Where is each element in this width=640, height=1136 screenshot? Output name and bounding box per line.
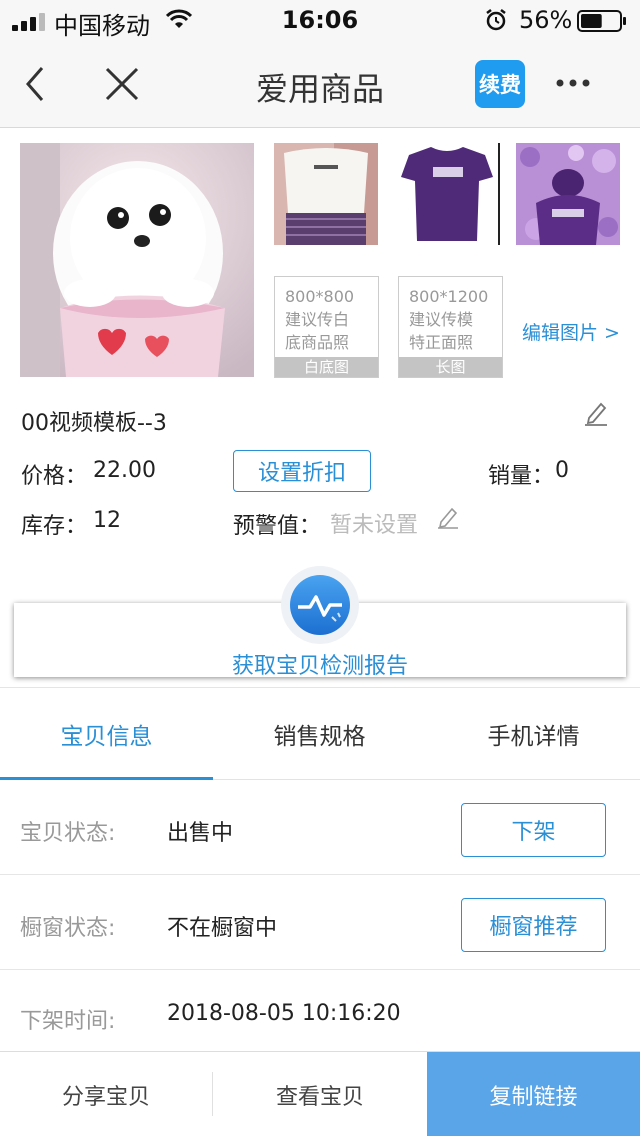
white-background-image-slot[interactable]: 800*800 建议传白 底商品照 白底图 bbox=[274, 276, 379, 378]
copy-link-button[interactable]: 复制链接 bbox=[427, 1052, 640, 1136]
row-value: 2018-08-05 10:16:20 bbox=[167, 1001, 401, 1026]
view-item-button[interactable]: 查看宝贝 bbox=[213, 1052, 427, 1136]
battery-icon bbox=[577, 10, 626, 32]
stock-label: 库存： bbox=[21, 514, 88, 539]
hint-text: 800*1200 建议传模 特正面照 bbox=[409, 287, 489, 352]
showcase-recommend-button[interactable]: 橱窗推荐 bbox=[461, 898, 606, 952]
delist-button[interactable]: 下架 bbox=[461, 803, 606, 857]
page-title: 爱用商品 bbox=[255, 70, 384, 108]
set-discount-button[interactable]: 设置折扣 bbox=[233, 450, 371, 492]
row-label: 橱窗状态: bbox=[20, 916, 116, 941]
edit-images-link[interactable]: 编辑图片 > bbox=[522, 318, 620, 345]
sales-value: 0 bbox=[555, 458, 569, 483]
edit-pencil-icon[interactable] bbox=[583, 400, 609, 426]
thumbnail-image[interactable] bbox=[395, 143, 499, 245]
hint-text: 800*800 建议传白 底商品照 bbox=[285, 287, 355, 352]
hint-label: 白底图 bbox=[275, 357, 378, 377]
row-value: 出售中 bbox=[167, 821, 234, 846]
tab-mobile-details[interactable]: 手机详情 bbox=[427, 688, 640, 780]
tab-bar: 宝贝信息 销售规格 手机详情 bbox=[0, 688, 640, 780]
renew-button[interactable]: 续费 bbox=[475, 60, 525, 108]
report-icon-badge[interactable] bbox=[281, 566, 359, 644]
bottom-action-bar: 分享宝贝 查看宝贝 复制链接 bbox=[0, 1051, 640, 1136]
battery-percent: 56% bbox=[519, 6, 573, 34]
row-label: 下架时间: bbox=[20, 1009, 116, 1034]
row-value: 不在橱窗中 bbox=[167, 916, 278, 941]
more-icon[interactable] bbox=[556, 78, 590, 88]
nav-bar: 爱用商品 续费 bbox=[0, 40, 640, 128]
price-value: 22.00 bbox=[93, 458, 156, 483]
detail-row-showcase: 橱窗状态: 不在橱窗中 橱窗推荐 bbox=[0, 876, 640, 970]
sales-label: 销量： bbox=[488, 464, 555, 489]
product-name: 00视频模板--3 bbox=[21, 411, 167, 436]
warning-value[interactable]: 暂未设置 bbox=[330, 507, 418, 539]
detail-row-status: 宝贝状态: 出售中 下架 bbox=[0, 781, 640, 875]
hint-label: 长图 bbox=[399, 357, 502, 377]
tab-item-info[interactable]: 宝贝信息 bbox=[0, 688, 213, 780]
main-product-image[interactable] bbox=[20, 143, 254, 377]
share-item-button[interactable]: 分享宝贝 bbox=[0, 1052, 212, 1136]
tab-sales-spec[interactable]: 销售规格 bbox=[213, 688, 426, 780]
price-label: 价格： bbox=[21, 464, 88, 489]
report-link-text[interactable]: 获取宝贝检测报告 bbox=[0, 648, 640, 680]
long-image-slot[interactable]: 800*1200 建议传模 特正面照 长图 bbox=[398, 276, 503, 378]
active-tab-indicator bbox=[0, 777, 213, 780]
warning-label: 预警值： bbox=[233, 514, 322, 539]
alarm-icon bbox=[486, 9, 506, 31]
thumbnail-divider bbox=[498, 143, 500, 245]
stock-value: 12 bbox=[93, 508, 121, 533]
pulse-icon bbox=[290, 575, 350, 635]
thumbnail-image[interactable] bbox=[516, 143, 620, 245]
status-bar: 中国移动 16:06 56% bbox=[0, 0, 640, 40]
thumbnail-image[interactable] bbox=[274, 143, 378, 245]
row-label: 宝贝状态: bbox=[20, 821, 116, 846]
edit-pencil-icon[interactable] bbox=[436, 505, 460, 529]
